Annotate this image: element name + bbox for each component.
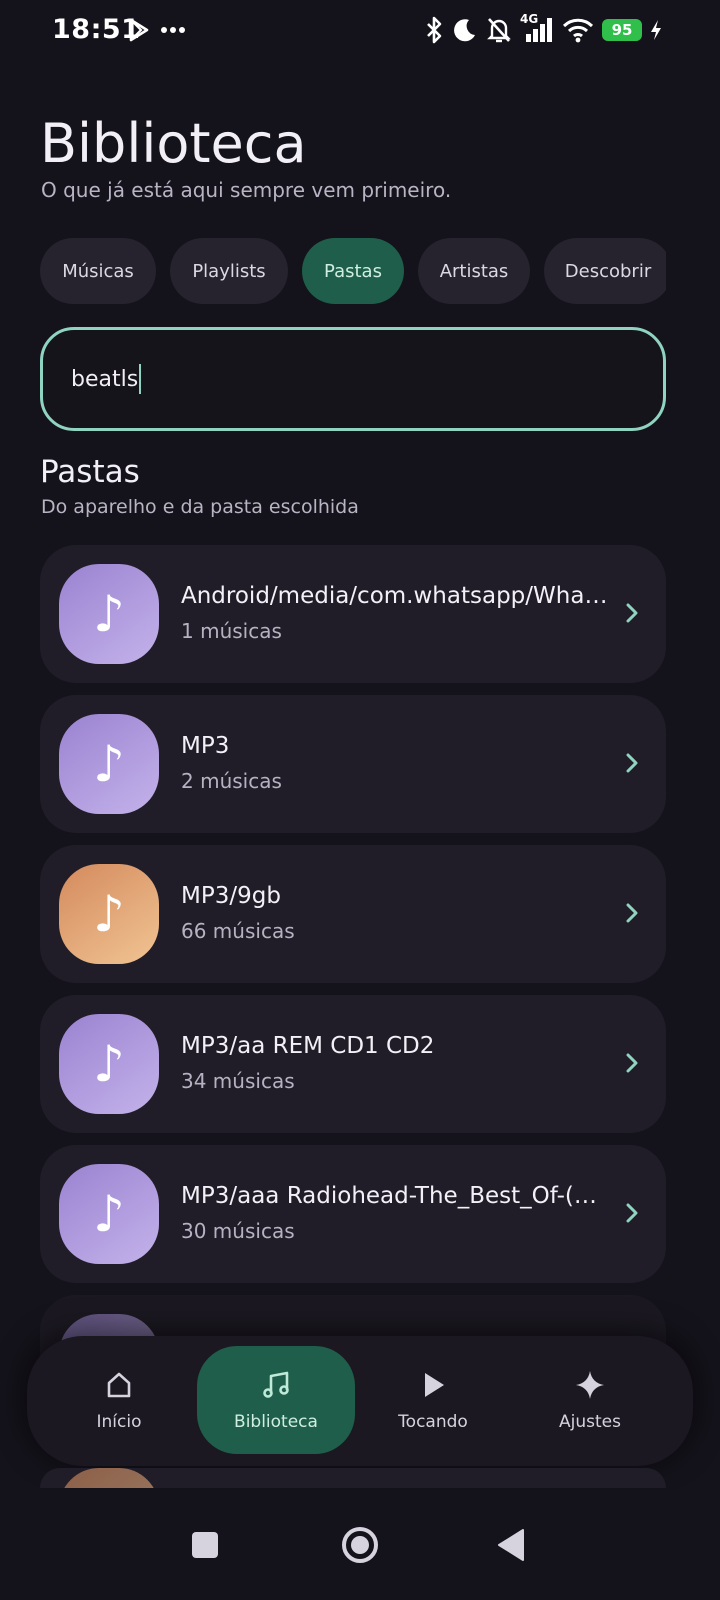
recents-button[interactable]	[180, 1520, 230, 1570]
folder-count: 2 músicas	[181, 769, 282, 793]
music-note-icon: ♪	[59, 1164, 159, 1264]
circle-icon	[342, 1527, 378, 1563]
sparkle-icon	[576, 1371, 604, 1399]
text-caret	[139, 364, 142, 394]
tab-descobrir[interactable]: Descobrir	[544, 238, 666, 304]
bell-off-icon	[487, 18, 511, 43]
system-navigation-bar	[0, 1490, 720, 1600]
music-note-icon: ♪	[59, 864, 159, 964]
chevron-right-icon	[626, 903, 638, 923]
section-subtitle: Do aparelho e da pasta escolhida	[41, 496, 359, 518]
battery-indicator: 95	[602, 19, 642, 41]
music-note-icon: ♪	[59, 1014, 159, 1114]
search-input[interactable]: beatls	[40, 327, 666, 431]
chevron-right-icon	[626, 1203, 638, 1223]
chevron-right-icon	[626, 603, 638, 623]
folder-item[interactable]: ♪ Android/media/com.whatsapp/WhatsApp/Me…	[40, 545, 666, 683]
play-store-icon	[129, 18, 149, 42]
folder-count: 1 músicas	[181, 619, 282, 643]
moon-icon	[454, 19, 475, 42]
chevron-right-icon	[626, 1053, 638, 1073]
section-title: Pastas	[40, 454, 140, 490]
filter-tabs: Músicas Playlists Pastas Artistas Descob…	[40, 238, 666, 304]
signal-icon: 4G	[520, 12, 554, 44]
tab-musicas[interactable]: Músicas	[40, 238, 156, 304]
tab-artistas[interactable]: Artistas	[418, 238, 530, 304]
folder-list: ♪ Android/media/com.whatsapp/WhatsApp/Me…	[40, 545, 666, 1374]
square-icon	[192, 1532, 218, 1558]
folder-thumbnail	[59, 1468, 159, 1488]
nav-biblioteca[interactable]: Biblioteca	[197, 1346, 355, 1454]
folder-item[interactable]: ♪ MP3 2 músicas	[40, 695, 666, 833]
page-subtitle: O que já está aqui sempre vem primeiro.	[41, 178, 452, 202]
page-title: Biblioteca	[40, 112, 307, 175]
nav-label: Ajustes	[559, 1412, 621, 1432]
tab-playlists[interactable]: Playlists	[170, 238, 288, 304]
folder-item[interactable]: ♪ MP3/aaa Radiohead-The_Best_Of-(Advance…	[40, 1145, 666, 1283]
folder-name: MP3	[181, 733, 230, 759]
folder-count: 30 músicas	[181, 1219, 295, 1243]
status-bar: 18:51 4G 95	[0, 0, 720, 64]
back-triangle-icon	[498, 1529, 524, 1561]
folder-item[interactable]: ♪ MP3/aa REM CD1 CD2 34 músicas	[40, 995, 666, 1133]
nav-ajustes[interactable]: Ajustes	[511, 1346, 669, 1454]
chevron-right-icon	[626, 753, 638, 773]
folder-name: MP3/aaa Radiohead-The_Best_Of-(Advance)	[181, 1183, 611, 1209]
nav-tocando[interactable]: Tocando	[354, 1346, 512, 1454]
wifi-icon	[562, 18, 594, 43]
music-note-icon: ♪	[59, 714, 159, 814]
music-note-icon: ♪	[59, 564, 159, 664]
folder-count: 34 músicas	[181, 1069, 295, 1093]
nav-label: Tocando	[398, 1412, 468, 1432]
bottom-navigation: Início Biblioteca Tocando Ajustes	[27, 1336, 693, 1466]
charging-icon	[651, 20, 661, 40]
nav-inicio[interactable]: Início	[40, 1346, 198, 1454]
home-button[interactable]	[335, 1520, 385, 1570]
music-note-icon	[263, 1371, 289, 1398]
folder-item-partial	[40, 1468, 666, 1488]
folder-count: 66 músicas	[181, 919, 295, 943]
folder-name: Android/media/com.whatsapp/WhatsApp/Medi…	[181, 583, 611, 609]
home-icon	[107, 1372, 131, 1398]
tab-pastas[interactable]: Pastas	[302, 238, 404, 304]
folder-name: MP3/aa REM CD1 CD2	[181, 1033, 435, 1059]
more-dots-icon	[161, 27, 185, 33]
bluetooth-icon	[427, 16, 442, 44]
nav-label: Início	[96, 1412, 142, 1432]
nav-label: Biblioteca	[234, 1412, 318, 1432]
folder-item[interactable]: ♪ MP3/9gb 66 músicas	[40, 845, 666, 983]
back-button[interactable]	[486, 1520, 536, 1570]
play-icon	[425, 1373, 444, 1397]
search-value: beatls	[71, 366, 139, 392]
folder-name: MP3/9gb	[181, 883, 281, 909]
